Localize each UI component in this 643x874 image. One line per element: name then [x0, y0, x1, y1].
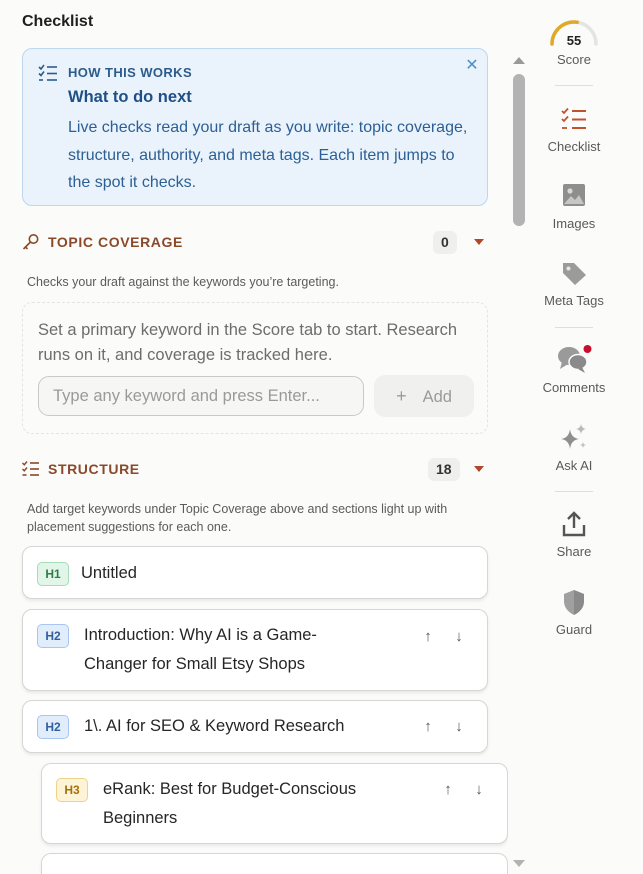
key-icon	[22, 233, 40, 251]
heading-level-badge: H3	[56, 778, 88, 802]
rail-item-label: Guard	[555, 622, 593, 637]
add-keyword-button[interactable]: + Add	[374, 375, 474, 417]
arrow-up-icon[interactable]: ↑	[440, 782, 456, 798]
topic-coverage-header[interactable]: TOPIC COVERAGE 0	[22, 229, 488, 255]
score-label: Score	[557, 52, 591, 67]
heading-text: Introduction: Why AI is a Game-Changer f…	[84, 626, 317, 673]
heading-level-badge: H2	[37, 624, 69, 648]
rail-item-label: Comments	[542, 380, 606, 395]
structure-helper: Add target keywords under Topic Coverage…	[27, 502, 448, 534]
comments-icon	[558, 345, 592, 373]
rail-item-meta-tags[interactable]: Meta Tags	[533, 260, 615, 308]
structure-header[interactable]: STRUCTURE 18	[21, 456, 488, 482]
topic-coverage-helper: Checks your draft against the keywords y…	[27, 275, 339, 289]
rail-item-label: Meta Tags	[544, 293, 604, 308]
tag-icon	[563, 263, 586, 285]
scrollbar-thumb[interactable]	[513, 74, 525, 226]
heading-card[interactable]: H1 Untitled	[22, 546, 488, 599]
heading-level-badge: H1	[37, 562, 69, 586]
rail-divider	[555, 85, 593, 86]
rail-item-label: Checklist	[547, 139, 601, 154]
scroll-down-arrow[interactable]	[513, 860, 525, 867]
heading-text: 1\. AI for SEO & Keyword Research	[84, 717, 345, 735]
heading-card[interactable]: H2 Introduction: Why AI is a Game-Change…	[22, 609, 488, 691]
rail-divider	[555, 327, 593, 328]
checklist-icon	[561, 107, 586, 129]
keyword-coverage-box: Set a primary keyword in the Score tab t…	[22, 302, 488, 434]
rail-item-guard[interactable]: Guard	[533, 588, 615, 637]
rail-item-ask-ai[interactable]: Ask AI	[533, 423, 615, 473]
image-icon	[563, 184, 585, 206]
arrow-up-icon[interactable]: ↑	[420, 629, 436, 645]
close-icon[interactable]: ✕	[463, 57, 481, 75]
list-check-icon	[38, 64, 58, 82]
share-icon	[562, 511, 586, 537]
heading-text: eRank: Best for Budget-Conscious Beginne…	[103, 780, 357, 827]
panel-title: Checklist	[22, 13, 94, 30]
shield-icon	[564, 590, 584, 615]
heading-level-badge: H2	[37, 715, 69, 739]
rail-item-label: Images	[552, 216, 596, 231]
plus-icon: +	[396, 385, 407, 406]
heading-text: Untitled	[81, 564, 137, 582]
topic-coverage-count: 0	[433, 231, 457, 254]
info-body: Live checks read your draft as you write…	[68, 119, 468, 191]
chevron-down-icon[interactable]	[474, 239, 484, 245]
how-it-works-box: HOW THIS WORKS ✕ What to do next Live ch…	[22, 48, 488, 206]
info-heading: What to do next	[68, 88, 192, 106]
arrow-down-icon[interactable]: ↓	[451, 719, 467, 735]
info-kicker: HOW THIS WORKS	[68, 65, 193, 80]
checklist-panel: Checklist HOW THIS WORKS ✕ What to do ne…	[0, 0, 508, 874]
rail-divider	[555, 491, 593, 492]
add-keyword-label: Add	[422, 387, 452, 406]
structure-count: 18	[428, 458, 460, 481]
rail-item-images[interactable]: Images	[533, 182, 615, 231]
topic-coverage-label: TOPIC COVERAGE	[48, 234, 183, 250]
structure-label: STRUCTURE	[48, 461, 140, 477]
rail-item-label: Ask AI	[555, 458, 593, 473]
coverage-empty-text: Set a primary keyword in the Score tab t…	[38, 321, 458, 364]
arrow-down-icon[interactable]: ↓	[471, 782, 487, 798]
scroll-up-arrow[interactable]	[513, 57, 525, 64]
heading-card[interactable]: H2 1\. AI for SEO & Keyword Research ↑ ↓	[22, 700, 488, 753]
rail-item-comments[interactable]: Comments	[533, 343, 615, 395]
rail-item-share[interactable]: Share	[533, 510, 615, 559]
rail-item-label: Share	[556, 544, 592, 559]
arrow-up-icon[interactable]: ↑	[420, 719, 436, 735]
heading-card[interactable]	[41, 853, 508, 874]
rail-item-checklist[interactable]: Checklist	[533, 107, 615, 154]
checklist-icon	[21, 460, 40, 478]
score-value: 55	[566, 33, 582, 48]
arrow-down-icon[interactable]: ↓	[451, 629, 467, 645]
heading-card[interactable]: H3 eRank: Best for Budget-Conscious Begi…	[41, 763, 508, 844]
sparkle-icon	[561, 424, 586, 449]
chevron-down-icon[interactable]	[474, 466, 484, 472]
score-tab[interactable]: 55 Score	[533, 16, 615, 68]
keyword-input[interactable]	[38, 376, 364, 416]
